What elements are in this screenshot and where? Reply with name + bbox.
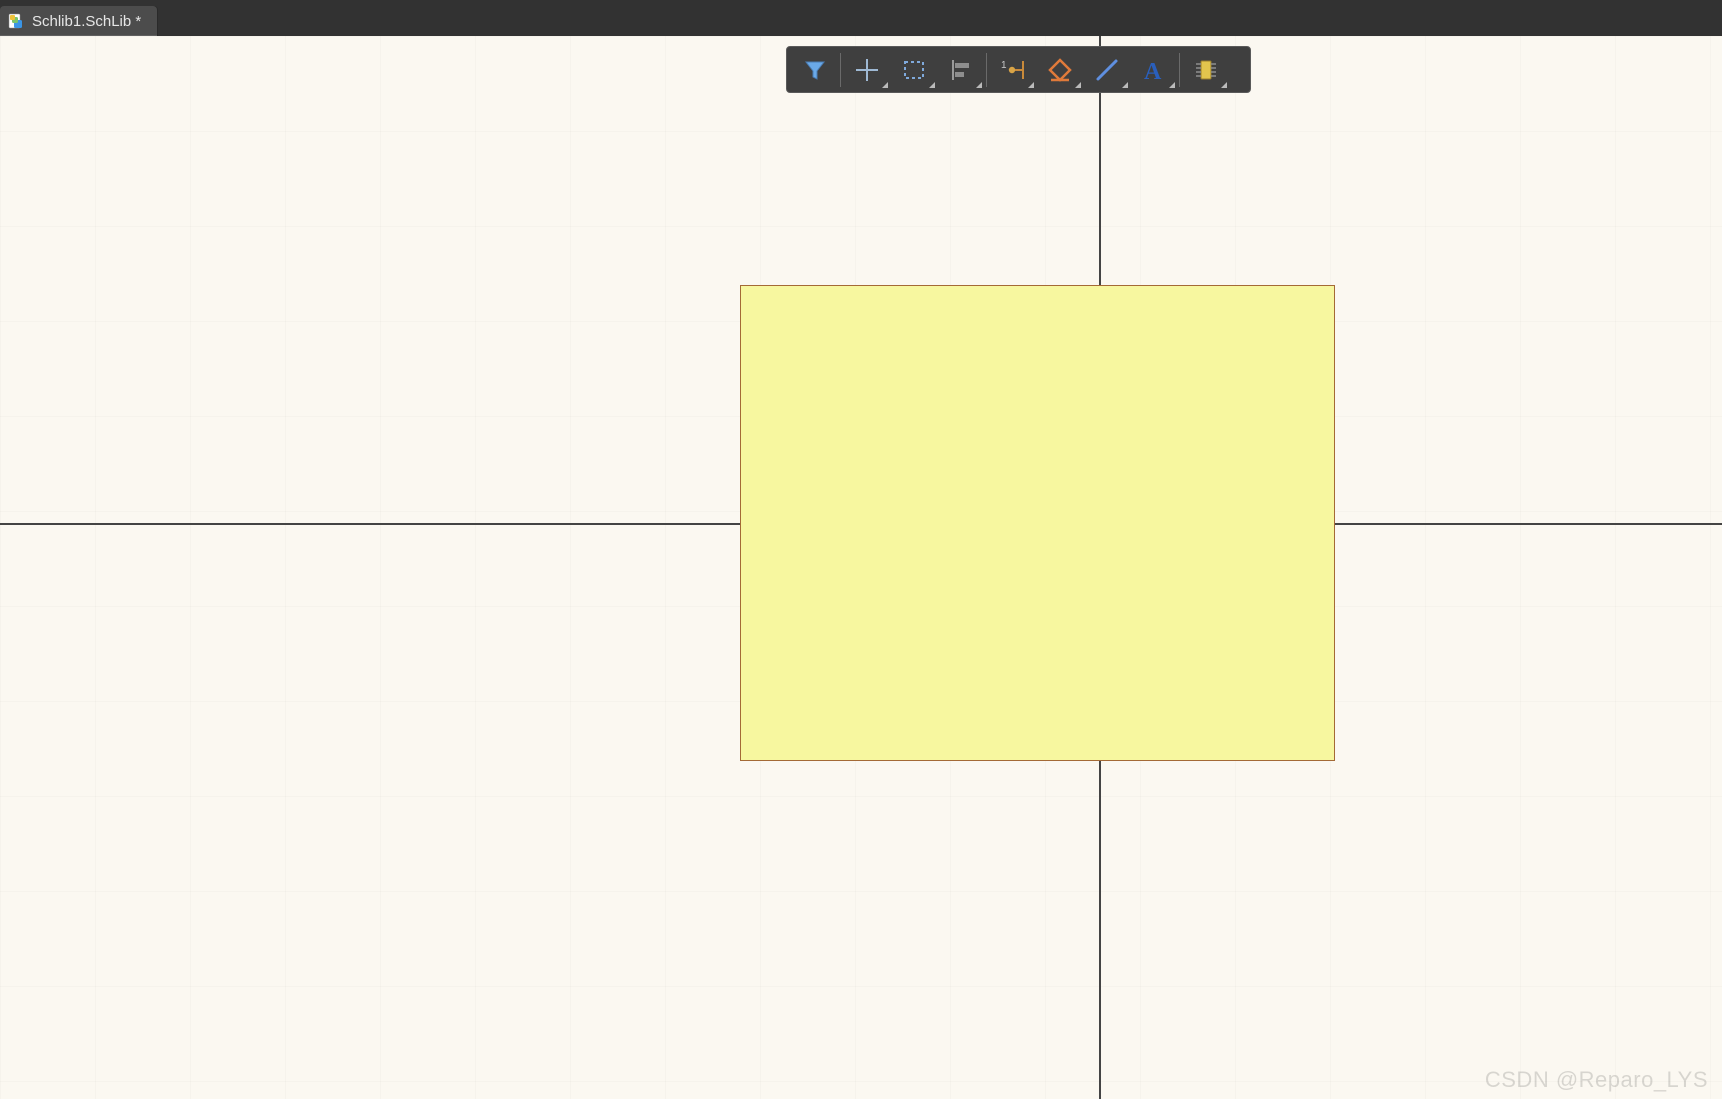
- component-body-rectangle[interactable]: [740, 285, 1335, 761]
- document-tab-title: Schlib1.SchLib *: [32, 13, 141, 30]
- dropdown-indicator-icon: [929, 82, 935, 88]
- polygon-icon: [1047, 57, 1073, 83]
- tab-strip: Schlib1.SchLib *: [0, 0, 1722, 36]
- toolbar-divider: [986, 53, 987, 87]
- place-polygon-button[interactable]: [1036, 50, 1083, 90]
- dropdown-indicator-icon: [1221, 82, 1227, 88]
- schlib-doc-icon: [8, 13, 24, 29]
- dropdown-indicator-icon: [1169, 82, 1175, 88]
- selection-marquee-icon: [901, 57, 927, 83]
- align-left-icon: [948, 57, 974, 83]
- toolbar-divider: [1179, 53, 1180, 87]
- dropdown-indicator-icon: [976, 82, 982, 88]
- snap-pin-icon: 1: [998, 57, 1028, 83]
- dropdown-indicator-icon: [882, 82, 888, 88]
- place-line-button[interactable]: [1083, 50, 1130, 90]
- active-bar-toolbar: 1: [786, 46, 1251, 93]
- crosshair-icon: [854, 57, 880, 83]
- ic-chip-icon: [1193, 57, 1219, 83]
- snap-button[interactable]: 1: [989, 50, 1036, 90]
- line-icon: [1094, 57, 1120, 83]
- schematic-canvas[interactable]: 1: [0, 36, 1722, 1099]
- svg-text:1: 1: [1001, 60, 1007, 71]
- funnel-icon: [802, 57, 828, 83]
- selection-button[interactable]: [890, 50, 937, 90]
- svg-text:A: A: [1144, 59, 1162, 83]
- watermark-text: CSDN @Reparo_LYS: [1485, 1067, 1708, 1093]
- dropdown-indicator-icon: [1122, 82, 1128, 88]
- filter-button[interactable]: [791, 50, 838, 90]
- align-button[interactable]: [937, 50, 984, 90]
- place-part-button[interactable]: [1182, 50, 1229, 90]
- dropdown-indicator-icon: [1028, 82, 1034, 88]
- toolbar-divider: [840, 53, 841, 87]
- dropdown-indicator-icon: [1075, 82, 1081, 88]
- document-tab[interactable]: Schlib1.SchLib *: [0, 6, 157, 36]
- move-button[interactable]: [843, 50, 890, 90]
- place-text-button[interactable]: A: [1130, 50, 1177, 90]
- text-A-icon: A: [1141, 57, 1167, 83]
